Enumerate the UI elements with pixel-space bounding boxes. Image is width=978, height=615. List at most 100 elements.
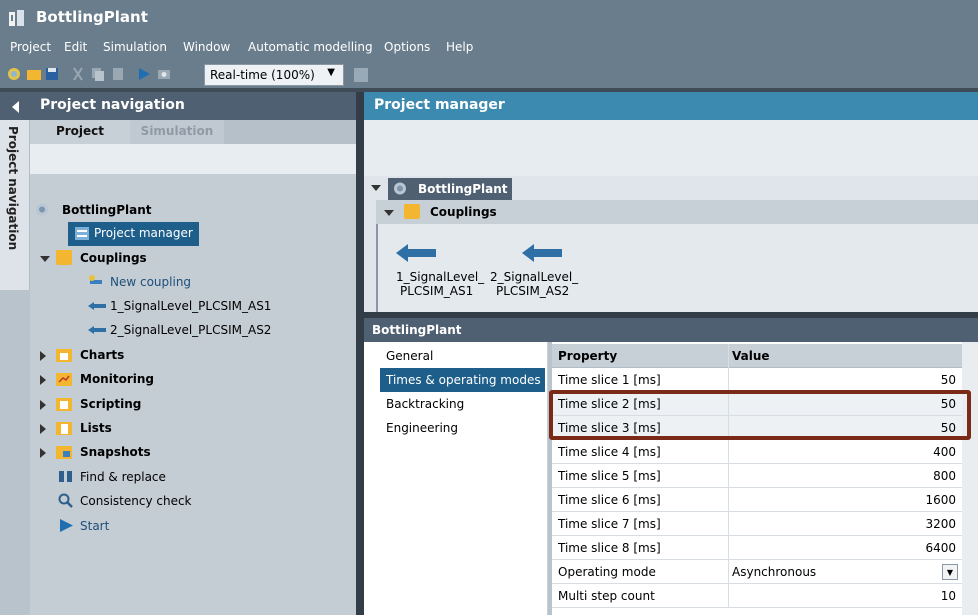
- menu-simulation[interactable]: Simulation: [103, 40, 167, 54]
- new-project-icon[interactable]: [6, 66, 22, 82]
- row-property: Time slice 3 [ms]: [558, 421, 661, 435]
- row-value[interactable]: 400: [933, 445, 956, 459]
- menu-window[interactable]: Window: [183, 40, 230, 54]
- tree-root-label: BottlingPlant: [62, 203, 152, 217]
- expand-down-icon[interactable]: [40, 256, 50, 262]
- row-property: Time slice 4 [ms]: [558, 445, 661, 459]
- tree-item-consistency-check[interactable]: Consistency check: [30, 489, 356, 513]
- nav-tab-row: Project Simulation: [30, 120, 356, 144]
- copy-icon[interactable]: [90, 66, 106, 82]
- row-property: Time slice 6 [ms]: [558, 493, 661, 507]
- menu-project[interactable]: Project: [10, 40, 51, 54]
- tree-item-root[interactable]: BottlingPlant: [30, 198, 356, 222]
- row-value[interactable]: 1600: [925, 493, 956, 507]
- table-row[interactable]: Time slice 6 [ms] 1600: [552, 488, 962, 512]
- grid-scrollbar[interactable]: [962, 342, 978, 615]
- start-simulation-icon[interactable]: [136, 66, 152, 82]
- tree-new-coupling-label: New coupling: [110, 275, 192, 289]
- expand-right-icon[interactable]: [40, 400, 46, 410]
- table-row[interactable]: Time slice 8 [ms] 6400: [552, 536, 962, 560]
- expand-down-icon[interactable]: [371, 185, 381, 191]
- project-navigation-header: Project navigation: [0, 92, 356, 120]
- row-value[interactable]: 3200: [925, 517, 956, 531]
- snapshot-icon[interactable]: [156, 66, 172, 82]
- menu-options[interactable]: Options: [384, 40, 430, 54]
- column-divider: [728, 392, 729, 416]
- couplings-folder-icon: [56, 250, 72, 265]
- pm-root-node[interactable]: BottlingPlant: [388, 178, 512, 200]
- menu-edit[interactable]: Edit: [64, 40, 87, 54]
- table-row[interactable]: Time slice 1 [ms] 50: [552, 368, 962, 392]
- tree-charts-label: Charts: [80, 348, 125, 362]
- expand-down-icon[interactable]: [384, 210, 394, 216]
- charts-folder-icon: [56, 347, 72, 362]
- coupling-arrow-icon: [88, 302, 106, 310]
- row-value[interactable]: 6400: [925, 541, 956, 555]
- table-row[interactable]: Operating mode Asynchronous ▼: [552, 560, 962, 584]
- row-property: Time slice 2 [ms]: [558, 397, 661, 411]
- binoculars-icon: [58, 469, 74, 484]
- row-property: Operating mode: [558, 565, 656, 579]
- tab-simulation[interactable]: Simulation: [130, 120, 224, 144]
- tab-project[interactable]: Project: [30, 120, 130, 144]
- tree-item-coupling-2[interactable]: 2_SignalLevel_PLCSIM_AS2: [30, 318, 356, 342]
- open-folder-icon[interactable]: [26, 66, 42, 82]
- paste-icon[interactable]: [110, 66, 126, 82]
- tree-item-snapshots[interactable]: Snapshots: [30, 440, 356, 464]
- save-icon[interactable]: [44, 66, 60, 82]
- couplings-content: 1_SignalLevel_ PLCSIM_AS1 2_SignalLevel_…: [376, 224, 978, 312]
- menu-automatic-modelling[interactable]: Automatic modelling: [248, 40, 373, 54]
- expand-right-icon[interactable]: [40, 351, 46, 361]
- row-property: Multi step count: [558, 589, 655, 603]
- table-row[interactable]: Time slice 2 [ms] 50: [552, 392, 962, 416]
- project-manager-header: Project manager: [364, 92, 978, 120]
- row-value[interactable]: 10: [941, 589, 956, 603]
- tree-item-scripting[interactable]: Scripting: [30, 392, 356, 416]
- column-header-value[interactable]: Value: [732, 349, 770, 363]
- category-times-operating-modes[interactable]: Times & operating modes: [380, 368, 545, 392]
- operating-mode-select[interactable]: Asynchronous: [732, 565, 816, 579]
- tree-item-lists[interactable]: Lists: [30, 416, 356, 440]
- pm-coupling-1-line2: PLCSIM_AS1: [400, 284, 474, 298]
- panel-splitter[interactable]: [356, 92, 364, 615]
- tree-item-charts[interactable]: Charts: [30, 343, 356, 367]
- vertical-tab-project-navigation[interactable]: Project navigation: [0, 120, 30, 290]
- speed-select[interactable]: Real-time (100%) ▼: [204, 64, 344, 86]
- table-row[interactable]: Time slice 5 [ms] 800: [552, 464, 962, 488]
- coupling-arrow-icon: [88, 326, 106, 334]
- monitoring-folder-icon: [56, 371, 72, 386]
- stop-icon[interactable]: [354, 68, 368, 82]
- menu-help[interactable]: Help: [446, 40, 473, 54]
- expand-right-icon[interactable]: [40, 375, 46, 385]
- expand-right-icon[interactable]: [40, 448, 46, 458]
- table-row[interactable]: Time slice 7 [ms] 3200: [552, 512, 962, 536]
- property-grid: Property Value Time slice 1 [ms] 50 Time…: [552, 342, 978, 615]
- table-row[interactable]: Multi step count 10: [552, 584, 962, 608]
- chevron-down-icon[interactable]: ▼: [942, 564, 958, 580]
- row-value[interactable]: 50: [941, 373, 956, 387]
- category-general-label: General: [386, 349, 434, 363]
- collapse-left-icon[interactable]: [12, 101, 19, 113]
- tree-couplings-label: Couplings: [80, 251, 147, 265]
- table-row[interactable]: Time slice 3 [ms] 50: [552, 416, 962, 440]
- tree-item-find-replace[interactable]: Find & replace: [30, 465, 356, 489]
- tree-item-monitoring[interactable]: Monitoring: [30, 367, 356, 391]
- tree-item-coupling-1[interactable]: 1_SignalLevel_PLCSIM_AS1: [30, 294, 356, 318]
- row-value[interactable]: 800: [933, 469, 956, 483]
- pm-couplings-node[interactable]: Couplings: [376, 200, 978, 224]
- category-engineering[interactable]: Engineering: [364, 416, 548, 440]
- row-value[interactable]: 50: [941, 421, 956, 435]
- category-general[interactable]: General: [364, 344, 548, 368]
- tree-item-couplings[interactable]: Couplings: [30, 246, 356, 270]
- tree-item-start[interactable]: Start: [30, 514, 356, 538]
- table-row[interactable]: Time slice 4 [ms] 400: [552, 440, 962, 464]
- column-divider: [728, 536, 729, 560]
- cut-icon[interactable]: [70, 66, 86, 82]
- expand-right-icon[interactable]: [40, 424, 46, 434]
- column-header-property[interactable]: Property: [558, 349, 617, 363]
- row-value[interactable]: 50: [941, 397, 956, 411]
- tree-item-project-manager[interactable]: Project manager: [30, 222, 356, 246]
- column-divider: [728, 488, 729, 512]
- tree-item-new-coupling[interactable]: New coupling: [30, 270, 356, 294]
- category-backtracking[interactable]: Backtracking: [364, 392, 548, 416]
